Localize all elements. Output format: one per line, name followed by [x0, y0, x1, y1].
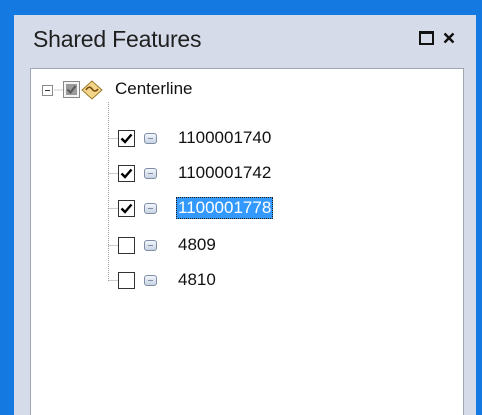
- close-icon: [443, 32, 455, 44]
- panel-titlebar[interactable]: Shared Features: [14, 15, 476, 68]
- item-checkbox[interactable]: [118, 200, 135, 217]
- item-checkbox[interactable]: [118, 237, 135, 254]
- tree-connector-lines: [54, 89, 118, 281]
- feature-icon: [144, 275, 157, 286]
- collapse-icon[interactable]: [42, 85, 53, 96]
- item-label[interactable]: 1100001778: [176, 197, 274, 219]
- maximize-icon: [418, 31, 434, 45]
- item-label[interactable]: 1100001742: [176, 162, 273, 184]
- indeterminate-check-icon: [66, 85, 77, 95]
- feature-icon: [144, 240, 157, 251]
- feature-icon: [144, 133, 157, 144]
- line-layer-icon: [80, 79, 110, 106]
- feature-icon: [144, 203, 157, 214]
- item-label[interactable]: 1100001740: [176, 127, 273, 149]
- checkmark-icon: [120, 168, 133, 179]
- root-label: Centerline: [115, 79, 193, 98]
- item-label[interactable]: 4810: [176, 269, 218, 291]
- feature-tree[interactable]: Centerline 1100001740 1100001742 110000177…: [30, 68, 464, 415]
- item-checkbox[interactable]: [118, 165, 135, 182]
- shared-features-window: Shared Features Centerline 1100001740 11…: [14, 15, 476, 415]
- checkmark-icon: [120, 133, 133, 144]
- checkmark-icon: [120, 203, 133, 214]
- close-button[interactable]: [440, 29, 458, 47]
- item-label[interactable]: 4809: [176, 234, 218, 256]
- maximize-button[interactable]: [417, 29, 435, 47]
- root-checkbox[interactable]: [63, 81, 80, 98]
- feature-icon: [144, 168, 157, 179]
- item-checkbox[interactable]: [118, 130, 135, 147]
- panel-title: Shared Features: [33, 26, 202, 52]
- item-checkbox[interactable]: [118, 272, 135, 289]
